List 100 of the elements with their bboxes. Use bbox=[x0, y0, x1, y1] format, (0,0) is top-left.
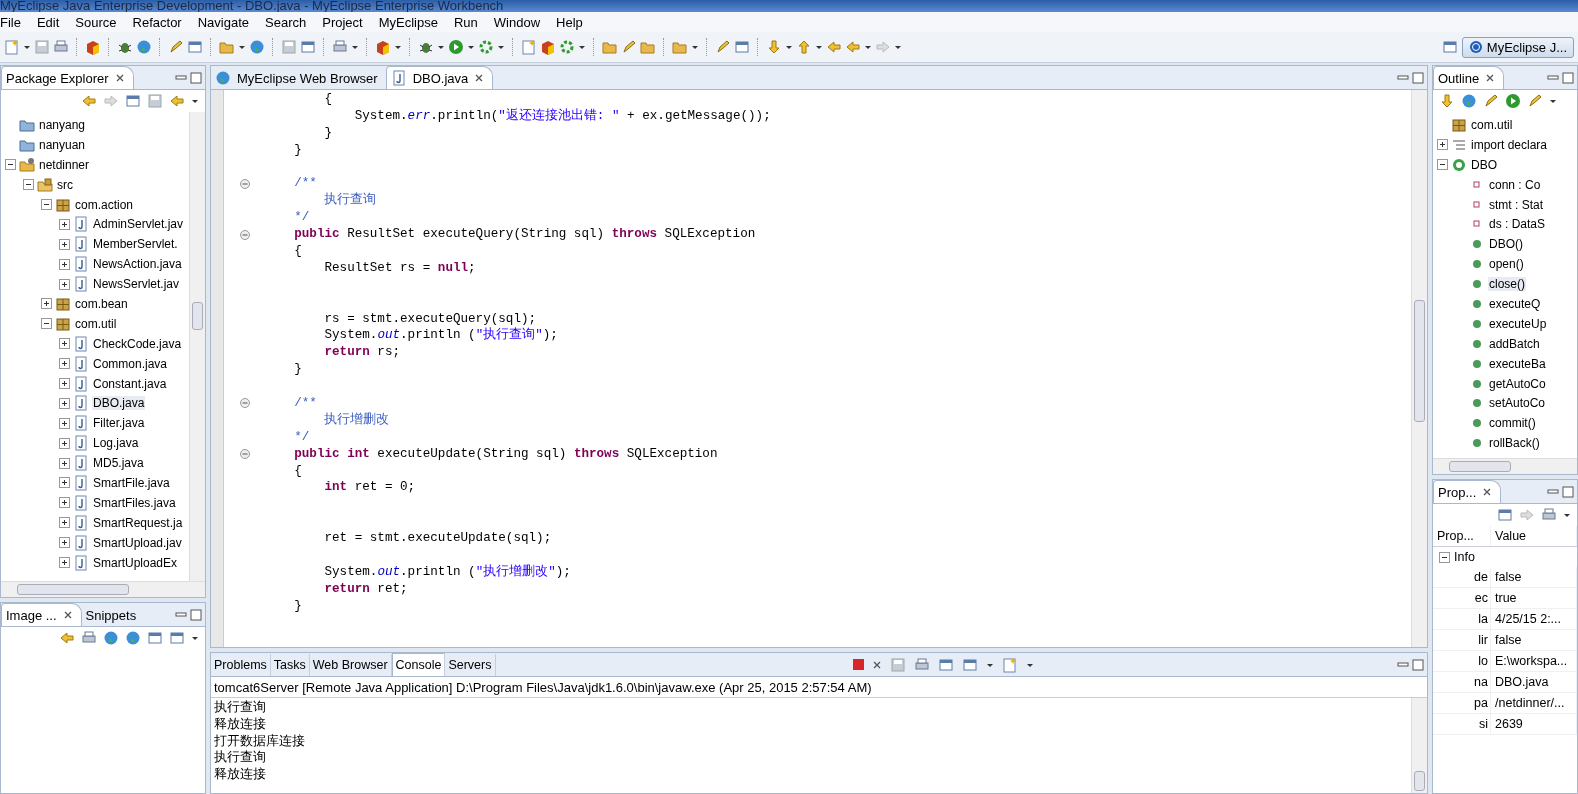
view-tab[interactable]: Web Browser bbox=[309, 654, 392, 676]
window-icon[interactable] bbox=[961, 656, 978, 673]
fold-icon[interactable] bbox=[240, 398, 250, 409]
tree-item[interactable]: Constant.java bbox=[92, 376, 168, 391]
expand-icon[interactable] bbox=[59, 358, 70, 370]
view-tab[interactable]: DBO.java bbox=[385, 66, 494, 89]
run-icon[interactable] bbox=[448, 39, 464, 55]
window-icon[interactable] bbox=[187, 39, 203, 55]
tree-item[interactable]: com.util bbox=[74, 316, 118, 331]
down-arrow-icon[interactable] bbox=[766, 39, 782, 55]
print-icon[interactable] bbox=[913, 656, 930, 673]
tree-item[interactable]: executeQ bbox=[1488, 296, 1542, 311]
collapse-icon[interactable] bbox=[23, 179, 34, 191]
tree-item[interactable]: nanyang bbox=[38, 117, 87, 132]
view-tab[interactable]: Outline bbox=[1433, 66, 1505, 89]
menu-item[interactable]: Run bbox=[445, 14, 486, 30]
menu-item[interactable]: MyEclipse bbox=[370, 14, 446, 30]
globe-icon[interactable] bbox=[125, 630, 141, 646]
tree-item[interactable]: SmartUpload.jav bbox=[92, 535, 183, 550]
tree-item[interactable]: executeUp bbox=[1488, 316, 1548, 331]
tree-item[interactable]: AdminServlet.jav bbox=[92, 217, 185, 232]
collapse-icon[interactable] bbox=[41, 199, 52, 210]
window-icon[interactable] bbox=[734, 39, 750, 55]
fold-icon[interactable] bbox=[240, 449, 250, 460]
close-icon[interactable] bbox=[114, 73, 125, 83]
expand-icon[interactable] bbox=[59, 397, 70, 409]
view-tab[interactable]: Prop... bbox=[1433, 480, 1502, 503]
tree-item[interactable]: CheckCode.java bbox=[92, 336, 183, 351]
window-icon[interactable] bbox=[1497, 507, 1513, 523]
perspective-button[interactable]: MyEclipse J... bbox=[1461, 36, 1574, 58]
window-icon[interactable] bbox=[300, 39, 316, 55]
tree-item[interactable]: open() bbox=[1488, 257, 1525, 272]
pencil-icon[interactable] bbox=[168, 39, 184, 55]
expand-icon[interactable] bbox=[41, 298, 52, 310]
expand-icon[interactable] bbox=[59, 477, 70, 489]
run-icon[interactable] bbox=[1505, 93, 1521, 109]
expand-icon[interactable] bbox=[59, 457, 70, 469]
maximize-icon[interactable] bbox=[190, 71, 202, 84]
expand-icon[interactable] bbox=[59, 557, 70, 569]
close-icon[interactable] bbox=[1482, 487, 1493, 497]
tree-item[interactable]: MD5.java bbox=[92, 456, 145, 471]
close-icon[interactable] bbox=[62, 610, 73, 620]
maximize-icon[interactable] bbox=[190, 608, 202, 621]
menu-item[interactable]: Search bbox=[257, 14, 315, 30]
tree-item[interactable]: executeBa bbox=[1488, 356, 1547, 371]
expand-icon[interactable] bbox=[59, 218, 70, 230]
tree-item[interactable]: Log.java bbox=[92, 436, 140, 451]
folder-open-icon[interactable] bbox=[602, 39, 618, 55]
view-tab[interactable]: Problems bbox=[211, 654, 271, 676]
window-icon[interactable] bbox=[937, 656, 954, 673]
expand-icon[interactable] bbox=[59, 338, 70, 350]
tree-item[interactable]: Filter.java bbox=[92, 416, 146, 431]
box-icon[interactable] bbox=[540, 39, 556, 55]
tree-item[interactable]: com.util bbox=[1470, 117, 1514, 132]
tree-item[interactable]: rollBack() bbox=[1488, 436, 1541, 451]
fold-icon[interactable] bbox=[240, 178, 250, 189]
tree-item[interactable]: addBatch bbox=[1488, 336, 1541, 351]
tree-item[interactable]: DBO() bbox=[1488, 237, 1524, 252]
view-tab[interactable]: MyEclipse Web Browser bbox=[211, 67, 386, 89]
tree-item[interactable]: NewsAction.java bbox=[92, 257, 183, 272]
menu-item[interactable]: Refactor bbox=[124, 14, 190, 30]
column-header[interactable]: Value bbox=[1491, 526, 1577, 546]
maximize-icon[interactable] bbox=[1562, 71, 1574, 84]
close-icon[interactable] bbox=[871, 659, 882, 670]
tree-item[interactable]: MemberServlet. bbox=[92, 237, 179, 252]
tree-item[interactable]: netdinner bbox=[38, 157, 91, 172]
collapse-icon[interactable] bbox=[1437, 159, 1448, 171]
window-icon[interactable] bbox=[147, 630, 163, 646]
print-icon[interactable] bbox=[53, 39, 69, 55]
tree-item[interactable]: stmt : Stat bbox=[1488, 197, 1544, 212]
menu-item[interactable]: Navigate bbox=[189, 14, 257, 30]
tree-item[interactable]: commit() bbox=[1488, 416, 1537, 431]
up-arrow-icon[interactable] bbox=[796, 39, 812, 55]
view-tab[interactable]: Image ... bbox=[1, 603, 82, 626]
back-arrow-icon[interactable] bbox=[169, 93, 185, 109]
menu-item[interactable]: Project bbox=[314, 14, 371, 30]
view-tab[interactable]: Console bbox=[391, 653, 446, 676]
folder-open-icon[interactable] bbox=[640, 39, 656, 55]
expand-icon[interactable] bbox=[59, 537, 70, 549]
column-header[interactable]: Prop... bbox=[1433, 526, 1491, 546]
maximize-icon[interactable] bbox=[1412, 658, 1424, 671]
pencil-icon[interactable] bbox=[1527, 93, 1543, 109]
expand-icon[interactable] bbox=[59, 417, 70, 429]
pencil-icon[interactable] bbox=[1483, 93, 1499, 109]
tree-item[interactable]: conn : Co bbox=[1488, 177, 1542, 192]
tree-item[interactable]: NewsServlet.jav bbox=[92, 277, 181, 292]
globe-icon[interactable] bbox=[215, 70, 231, 86]
stop-icon[interactable] bbox=[852, 659, 864, 670]
scrollbar[interactable] bbox=[1, 581, 205, 597]
expand-icon[interactable] bbox=[59, 278, 70, 290]
expand-icon[interactable] bbox=[1437, 139, 1448, 151]
print-icon[interactable] bbox=[1541, 507, 1557, 523]
tree-item[interactable]: com.bean bbox=[74, 296, 129, 311]
tree-item[interactable]: SmartUploadEx bbox=[92, 555, 179, 570]
collapse-icon[interactable] bbox=[5, 159, 16, 171]
scrollbar[interactable] bbox=[1411, 90, 1427, 647]
tree-item[interactable]: setAutoCo bbox=[1488, 396, 1547, 411]
expand-icon[interactable] bbox=[59, 258, 70, 270]
down-arrow-icon[interactable] bbox=[1439, 93, 1455, 109]
menu-item[interactable]: Source bbox=[67, 14, 125, 30]
